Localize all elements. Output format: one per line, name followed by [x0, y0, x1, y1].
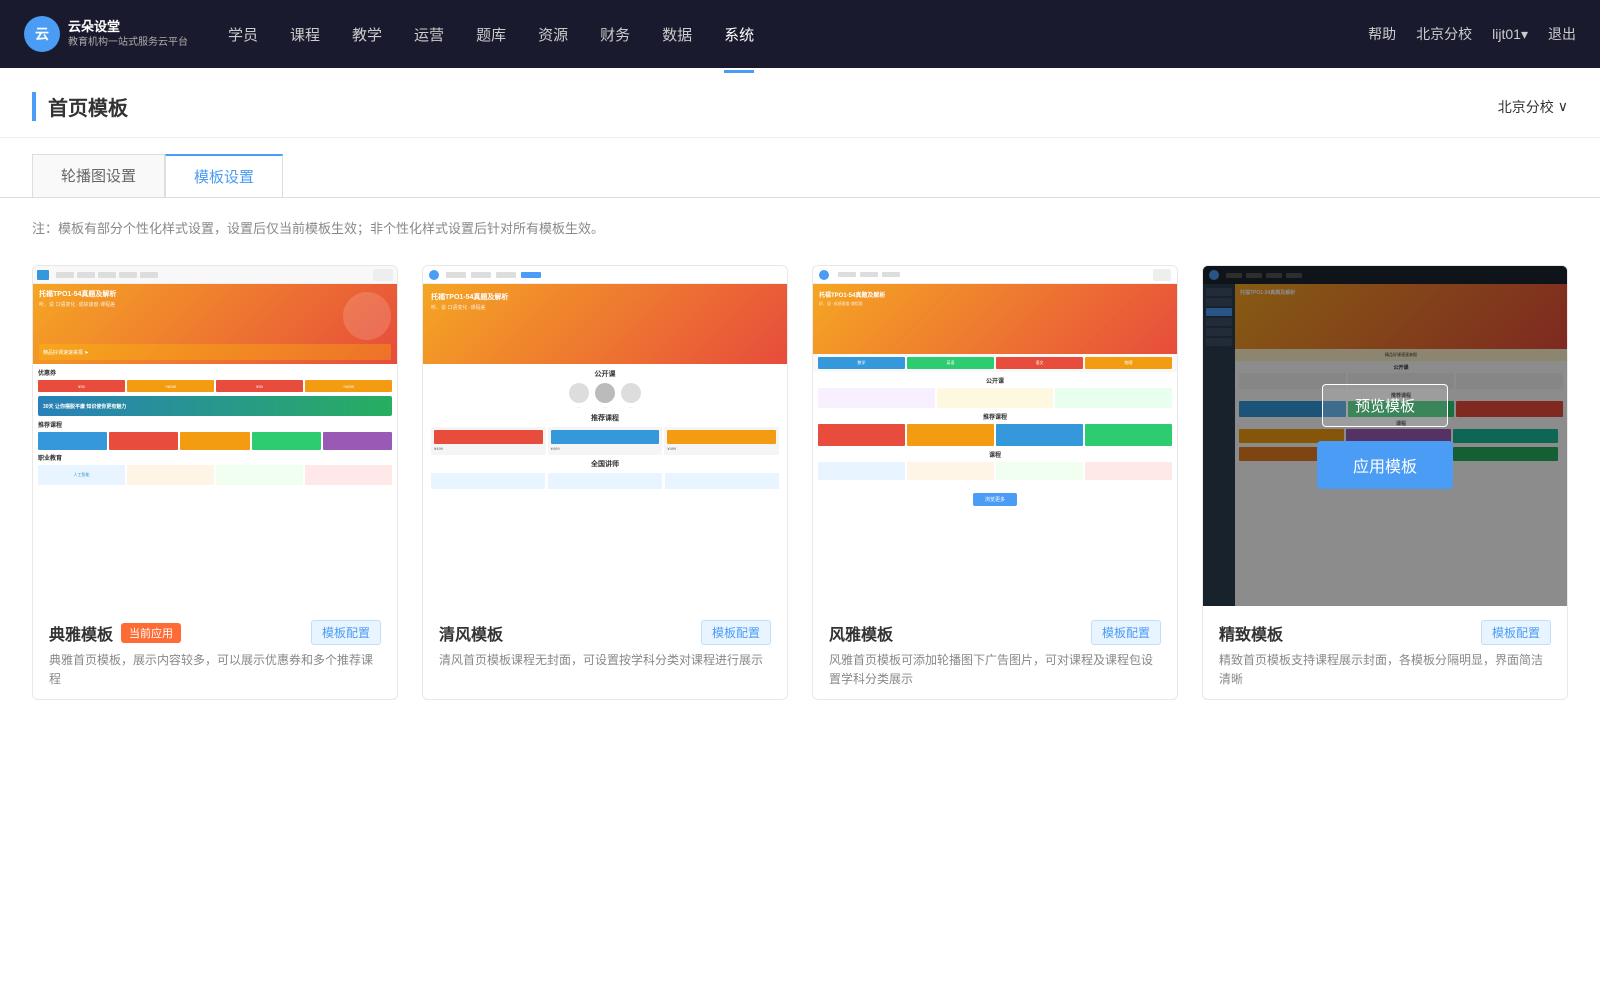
preview-template-button-jingzhi[interactable]: 预览模板 — [1322, 384, 1448, 427]
tab-carousel[interactable]: 轮播图设置 — [32, 154, 165, 197]
template-footer-fengya: 风雅模板 模板配置 风雅首页模板可添加轮播图下广告图片，可对课程及课程包设置学科… — [813, 606, 1177, 699]
tabs: 轮播图设置 模板设置 — [32, 154, 1568, 197]
page-header: 首页模板 北京分校 ∨ — [0, 68, 1600, 138]
nav-item-questions[interactable]: 题库 — [476, 20, 506, 49]
template-name-dianying: 典雅模板 — [49, 621, 113, 645]
nav-item-system[interactable]: 系统 — [724, 20, 754, 49]
nav-item-data[interactable]: 数据 — [662, 20, 692, 49]
note: 注：模板有部分个性化样式设置，设置后仅当前模板生效；非个性化样式设置后针对所有模… — [0, 198, 1600, 257]
nav-right: 帮助 北京分校 lijt01▾ 退出 — [1368, 24, 1576, 44]
nav-item-operations[interactable]: 运营 — [414, 20, 444, 49]
apply-template-button-jingzhi[interactable]: 应用模板 — [1317, 441, 1453, 489]
template-card-dianying: 托福TPO1-54真题及解析 听、说 口语变化 ·成绩速度·课程差 精品好课速速… — [32, 265, 398, 700]
config-button-dianying[interactable]: 模板配置 — [311, 620, 381, 645]
nav-item-teaching[interactable]: 教学 — [352, 20, 382, 49]
page-container: 首页模板 北京分校 ∨ 轮播图设置 模板设置 注：模板有部分个性化样式设置，设置… — [0, 68, 1600, 990]
template-desc-qingfeng: 清风首页模板课程无封面，可设置按学科分类对课程进行展示 — [439, 651, 771, 670]
template-preview-dianying: 托福TPO1-54真题及解析 听、说 口语变化 ·成绩速度·课程差 精品好课速速… — [33, 266, 397, 606]
logo[interactable]: 云 云朵设堂 教育机构一站式服务云平台 — [24, 16, 188, 52]
templates-grid: 托福TPO1-54真题及解析 听、说 口语变化 ·成绩速度·课程差 精品好课速速… — [0, 257, 1600, 740]
logo-icon: 云 — [24, 16, 60, 52]
template-footer-dianying: 典雅模板 当前应用 模板配置 典雅首页模板，展示内容较多，可以展示优惠券和多个推… — [33, 606, 397, 699]
template-name-row-jingzhi: 精致模板 模板配置 — [1219, 620, 1551, 645]
logo-text: 云朵设堂 教育机构一站式服务云平台 — [68, 19, 188, 49]
current-badge-dianying: 当前应用 — [121, 623, 181, 643]
page-title: 首页模板 — [32, 92, 128, 121]
branch-selector[interactable]: 北京分校 ∨ — [1498, 97, 1568, 117]
user-dropdown[interactable]: lijt01▾ — [1492, 26, 1528, 43]
template-name-qingfeng: 清风模板 — [439, 621, 503, 645]
template-desc-fengya: 风雅首页模板可添加轮播图下广告图片，可对课程及课程包设置学科分类展示 — [829, 651, 1161, 689]
template-name-row-dianying: 典雅模板 当前应用 模板配置 — [49, 620, 381, 645]
nav-item-resources[interactable]: 资源 — [538, 20, 568, 49]
template-preview-qingfeng: 托福TPO1-54真题及解析 听、说 口语变化 ·课程差 公开课 ... — [423, 266, 787, 606]
template-name-row-qingfeng: 清风模板 模板配置 — [439, 620, 771, 645]
template-card-fengya: 托福TPO1-54真题及解析 好、说 ·成绩速度·课程差 数学 英语 语文 物理… — [812, 265, 1178, 700]
tab-template[interactable]: 模板设置 — [165, 154, 283, 197]
nav-item-courses[interactable]: 课程 — [290, 20, 320, 49]
template-name-row-fengya: 风雅模板 模板配置 — [829, 620, 1161, 645]
template-name-jingzhi: 精致模板 — [1219, 621, 1283, 645]
chevron-down-icon: ∨ — [1558, 98, 1568, 115]
preview-overlay-jingzhi: 预览模板 应用模板 — [1203, 266, 1567, 606]
navbar: 云 云朵设堂 教育机构一站式服务云平台 学员 课程 教学 运营 题库 资源 财务… — [0, 0, 1600, 68]
template-name-fengya: 风雅模板 — [829, 621, 893, 645]
template-footer-jingzhi: 精致模板 模板配置 精致首页模板支持课程展示封面，各模板分隔明显，界面简洁清晰 — [1203, 606, 1567, 699]
template-preview-jingzhi: 托福TPO1-54真题及解析 精品好课速速来报 公开课 — [1203, 266, 1567, 606]
config-button-qingfeng[interactable]: 模板配置 — [701, 620, 771, 645]
template-card-jingzhi: 托福TPO1-54真题及解析 精品好课速速来报 公开课 — [1202, 265, 1568, 700]
logout-button[interactable]: 退出 — [1548, 24, 1576, 44]
config-button-jingzhi[interactable]: 模板配置 — [1481, 620, 1551, 645]
config-button-fengya[interactable]: 模板配置 — [1091, 620, 1161, 645]
nav-items: 学员 课程 教学 运营 题库 资源 财务 数据 系统 — [228, 20, 1368, 49]
template-desc-jingzhi: 精致首页模板支持课程展示封面，各模板分隔明显，界面简洁清晰 — [1219, 651, 1551, 689]
help-link[interactable]: 帮助 — [1368, 24, 1396, 44]
template-desc-dianying: 典雅首页模板，展示内容较多，可以展示优惠券和多个推荐课程 — [49, 651, 381, 689]
template-footer-qingfeng: 清风模板 模板配置 清风首页模板课程无封面，可设置按学科分类对课程进行展示 — [423, 606, 787, 680]
tabs-container: 轮播图设置 模板设置 — [0, 138, 1600, 198]
branch-link[interactable]: 北京分校 — [1416, 24, 1472, 44]
nav-item-finance[interactable]: 财务 — [600, 20, 630, 49]
nav-item-students[interactable]: 学员 — [228, 20, 258, 49]
template-card-qingfeng: 托福TPO1-54真题及解析 听、说 口语变化 ·课程差 公开课 ... — [422, 265, 788, 700]
template-preview-fengya: 托福TPO1-54真题及解析 好、说 ·成绩速度·课程差 数学 英语 语文 物理… — [813, 266, 1177, 606]
